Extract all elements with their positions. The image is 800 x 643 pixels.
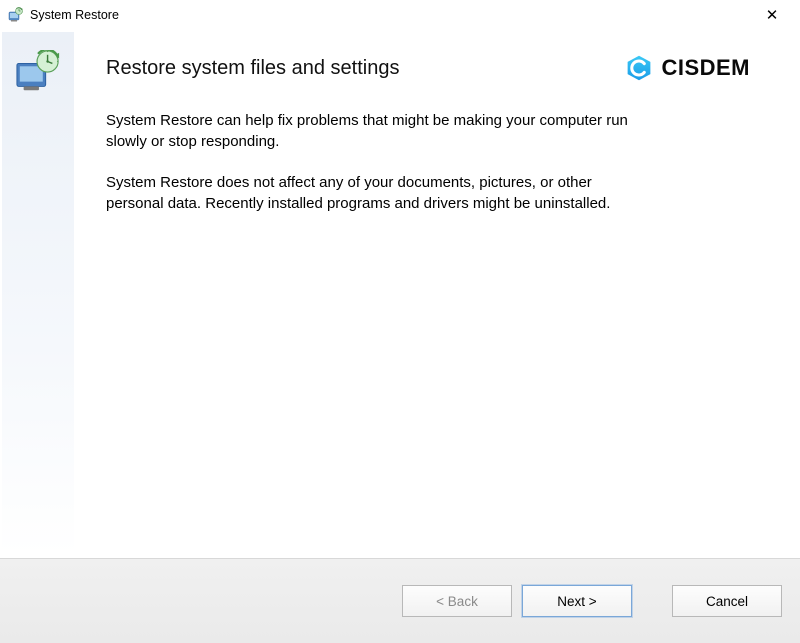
- brand-logo: CISDEM: [625, 54, 750, 82]
- window-title: System Restore: [30, 8, 752, 22]
- cisdem-logo-icon: [625, 54, 653, 82]
- description-para-1: System Restore can help fix problems tha…: [106, 110, 646, 152]
- wizard-content: Restore system files and settings: [74, 32, 798, 556]
- wizard-body: Restore system files and settings: [2, 32, 798, 556]
- wizard-sidebar: [2, 32, 74, 556]
- wizard-button-bar: < Back Next > Cancel: [0, 558, 800, 643]
- system-restore-icon: [8, 7, 24, 23]
- page-title: Restore system files and settings: [106, 57, 399, 80]
- system-restore-large-icon: [15, 50, 61, 96]
- titlebar: System Restore ✕: [0, 0, 800, 30]
- cancel-button[interactable]: Cancel: [672, 585, 782, 617]
- brand-text: CISDEM: [661, 55, 750, 81]
- next-button[interactable]: Next >: [522, 585, 632, 617]
- close-button[interactable]: ✕: [752, 0, 792, 30]
- back-button: < Back: [402, 585, 512, 617]
- description-para-2: System Restore does not affect any of yo…: [106, 172, 646, 214]
- heading-row: Restore system files and settings: [106, 54, 750, 82]
